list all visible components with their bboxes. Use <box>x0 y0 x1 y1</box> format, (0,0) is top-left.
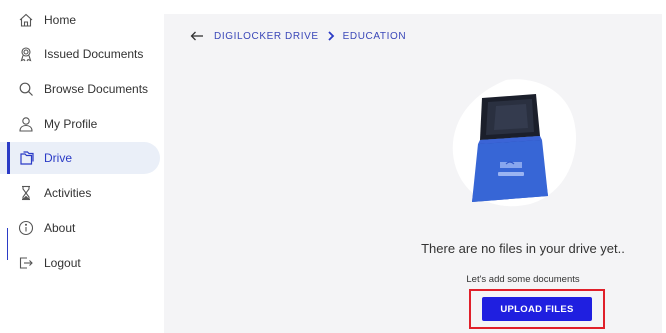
sidebar-item-label: Activities <box>44 186 92 200</box>
sidebar-item-home[interactable]: Home <box>0 4 160 36</box>
sidebar-item-label: About <box>44 221 76 235</box>
app-window: Home Issued Documents Browse Documents M… <box>0 0 666 333</box>
sidebar-item-logout[interactable]: Logout <box>0 247 160 279</box>
logout-icon <box>18 255 34 271</box>
sidebar-item-about[interactable]: About <box>0 212 160 244</box>
sidebar-item-my-profile[interactable]: My Profile <box>0 108 160 140</box>
empty-drawer-illustration <box>448 76 578 208</box>
breadcrumb-root-link[interactable]: DIGILOCKER DRIVE <box>214 31 319 42</box>
user-icon <box>18 116 34 132</box>
award-icon <box>18 46 34 62</box>
sidebar: Home Issued Documents Browse Documents M… <box>0 0 164 333</box>
breadcrumb: DIGILOCKER DRIVE EDUCATION <box>190 30 406 42</box>
sidebar-item-drive[interactable]: Drive <box>0 142 160 174</box>
folders-icon <box>18 150 34 166</box>
main-content: DIGILOCKER DRIVE EDUCATION There are no … <box>164 14 662 333</box>
breadcrumb-current: EDUCATION <box>342 30 407 42</box>
upload-files-button[interactable]: UPLOAD FILES <box>482 297 592 321</box>
sidebar-item-label: Home <box>44 13 77 27</box>
sidebar-item-issued-documents[interactable]: Issued Documents <box>0 38 160 70</box>
sidebar-item-label: Issued Documents <box>44 47 144 61</box>
home-icon <box>18 12 34 28</box>
sidebar-item-label: My Profile <box>44 117 98 131</box>
hourglass-icon <box>18 185 34 201</box>
chevron-right-icon <box>327 31 335 41</box>
info-icon <box>18 220 34 236</box>
empty-state-title: There are no files in your drive yet.. <box>421 241 625 256</box>
sidebar-item-label: Browse Documents <box>44 82 149 96</box>
back-arrow-icon[interactable] <box>190 30 204 42</box>
search-icon <box>18 81 34 97</box>
sidebar-item-activities[interactable]: Activities <box>0 177 160 209</box>
empty-state-subtitle: Let's add some documents <box>466 274 580 285</box>
sidebar-item-label: Drive <box>44 151 73 165</box>
sidebar-item-browse-documents[interactable]: Browse Documents <box>0 73 160 105</box>
sidebar-item-label: Logout <box>44 256 81 270</box>
active-indicator <box>7 142 10 174</box>
